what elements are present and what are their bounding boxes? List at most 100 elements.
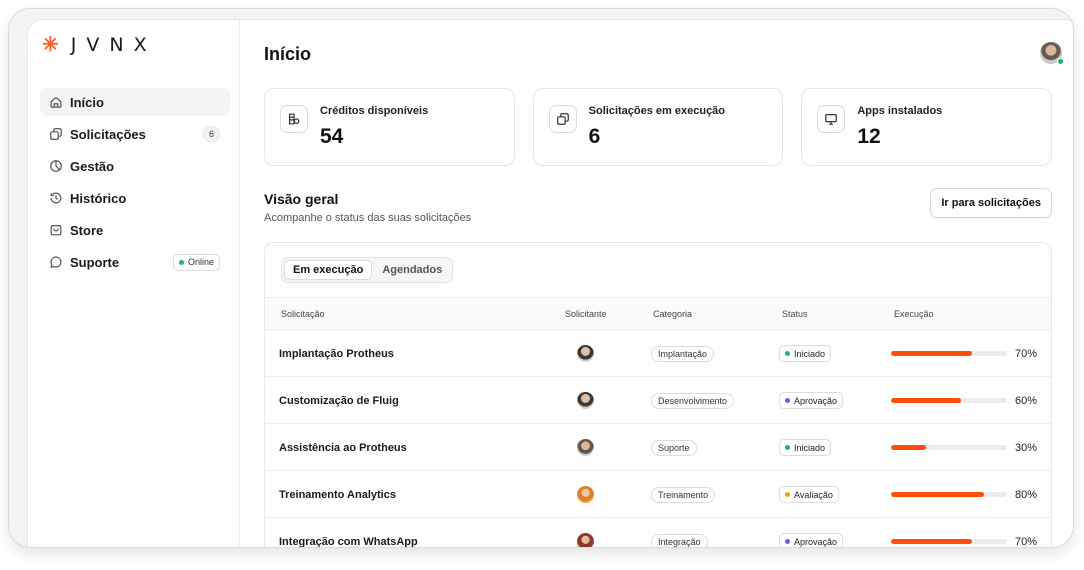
table-row[interactable]: Implantação Protheus Implantação Iniciad…	[265, 330, 1051, 377]
tab-em-execucao[interactable]: Em execução	[284, 260, 373, 280]
column-header[interactable]: Execução	[894, 309, 934, 319]
asterisk-logo-icon: ✳	[42, 34, 59, 56]
progress-bar	[891, 377, 1007, 424]
request-name: Implantação Protheus	[279, 347, 394, 360]
progress-percent: 70%	[1015, 535, 1038, 548]
app-window: ✳ JVNX Início Solicitações 6 Gestão Hist…	[27, 19, 1073, 548]
status-dot-icon	[785, 445, 790, 450]
stat-card-creditos: Créditos disponíveis 54	[264, 88, 515, 166]
sidebar-item-label: Store	[70, 222, 104, 238]
stat-value: 12	[857, 125, 881, 148]
column-header[interactable]: Status	[782, 309, 808, 319]
table-row[interactable]: Treinamento Analytics Treinamento Avalia…	[265, 471, 1051, 518]
overview-title: Visão geral	[264, 191, 339, 207]
home-icon	[48, 94, 64, 110]
sidebar-item-label: Histórico	[70, 190, 127, 206]
category-pill: Suporte	[651, 424, 697, 471]
overview-subtitle: Acompanhe o status das suas solicitações	[264, 212, 472, 224]
copy-icon	[48, 126, 64, 142]
stat-value: 54	[320, 125, 344, 148]
stat-value: 6	[588, 125, 601, 148]
page-title: Início	[264, 44, 312, 64]
status-badge: Aprovação	[779, 518, 844, 547]
status-dot-icon	[785, 351, 790, 356]
progress-fill	[891, 539, 973, 544]
sidebar-item-suporte[interactable]: Suporte Online	[40, 248, 230, 276]
category-label: Implantação	[651, 345, 715, 362]
requests-table: Em execução Agendados Solicitação Solici…	[264, 242, 1052, 548]
status-badge: Iniciado	[779, 330, 832, 377]
category-pill: Implantação	[651, 330, 715, 377]
request-name: Treinamento Analytics	[279, 488, 396, 501]
requester-avatar	[577, 330, 594, 377]
sidebar-item-gestao[interactable]: Gestão	[40, 152, 230, 180]
go-to-requests-button[interactable]: Ir para solicitações	[930, 188, 1052, 218]
requester-avatar	[577, 377, 594, 424]
online-status-badge: Online	[172, 253, 220, 271]
column-header[interactable]: Solicitante	[565, 309, 607, 319]
status-dot-icon	[785, 492, 790, 497]
request-name: Integração com WhatsApp	[279, 535, 418, 548]
history-icon	[48, 190, 64, 206]
sidebar-item-historico[interactable]: Histórico	[40, 184, 230, 212]
status-label: Aprovação	[794, 536, 838, 547]
stat-label: Créditos disponíveis	[320, 105, 429, 117]
main-content: Início Créditos disponíveis 54 Solicitaç…	[240, 20, 1073, 548]
status-badge: Avaliação	[779, 471, 839, 518]
sidebar-item-solicitacoes[interactable]: Solicitações 6	[40, 120, 230, 148]
logo[interactable]: ✳ JVNX	[42, 34, 157, 56]
progress-percent: 30%	[1015, 441, 1038, 454]
online-status-label: Online	[187, 257, 214, 267]
table-row[interactable]: Integração com WhatsApp Integração Aprov…	[265, 518, 1051, 548]
progress-fill	[891, 445, 926, 450]
table-row[interactable]: Customização de Fluig Desenvolvimento Ap…	[265, 377, 1051, 424]
progress-percent: 70%	[1015, 347, 1038, 360]
stats-cards: Créditos disponíveis 54 Solicitações em …	[264, 88, 1053, 166]
status-dot-icon	[785, 539, 790, 544]
status-label: Iniciado	[794, 348, 826, 359]
stat-label: Solicitações em execução	[588, 105, 726, 117]
status-label: Avaliação	[794, 489, 833, 500]
requester-avatar	[577, 471, 594, 518]
table-tabs: Em execução Agendados	[281, 257, 454, 283]
sidebar-item-inicio[interactable]: Início	[40, 88, 230, 116]
category-pill: Integração	[651, 518, 708, 547]
column-header[interactable]: Solicitação	[281, 309, 325, 319]
progress-bar	[891, 471, 1007, 518]
status-label: Iniciado	[794, 442, 826, 453]
table-header: Solicitação Solicitante Categoria Status…	[265, 297, 1051, 330]
category-label: Treinamento	[651, 486, 716, 503]
requester-avatar	[577, 424, 594, 471]
sidebar-nav: Início Solicitações 6 Gestão Histórico S…	[40, 88, 230, 280]
request-name: Customização de Fluig	[279, 394, 399, 407]
sidebar: ✳ JVNX Início Solicitações 6 Gestão Hist…	[28, 20, 240, 547]
requester-avatar	[577, 518, 594, 547]
store-icon	[48, 222, 64, 238]
tab-agendados[interactable]: Agendados	[374, 260, 450, 280]
progress-percent: 60%	[1015, 394, 1038, 407]
logo-text: JVNX	[70, 34, 157, 56]
status-badge: Aprovação	[779, 377, 844, 424]
progress-fill	[891, 398, 961, 403]
status-label: Aprovação	[794, 395, 838, 406]
count-badge: 6	[203, 126, 220, 142]
user-avatar[interactable]	[1040, 42, 1064, 65]
online-dot-icon	[1057, 58, 1064, 65]
sidebar-item-label: Gestão	[70, 158, 115, 174]
table-row[interactable]: Assistência ao Protheus Suporte Iniciado…	[265, 424, 1051, 471]
status-dot-icon	[785, 398, 790, 403]
sidebar-item-label: Suporte	[70, 254, 120, 270]
sidebar-item-label: Início	[70, 94, 104, 110]
progress-bar	[891, 518, 1007, 547]
online-dot-icon	[178, 259, 184, 265]
column-header[interactable]: Categoria	[653, 309, 692, 319]
ledger-icon	[280, 105, 308, 133]
sidebar-item-store[interactable]: Store	[40, 216, 230, 244]
progress-bar	[891, 330, 1007, 377]
pie-chart-icon	[48, 158, 64, 174]
category-label: Integração	[651, 533, 708, 547]
stat-card-apps: Apps instalados 12	[801, 88, 1053, 166]
status-badge: Iniciado	[779, 424, 832, 471]
copy-icon	[548, 105, 577, 133]
category-pill: Desenvolvimento	[651, 377, 735, 424]
